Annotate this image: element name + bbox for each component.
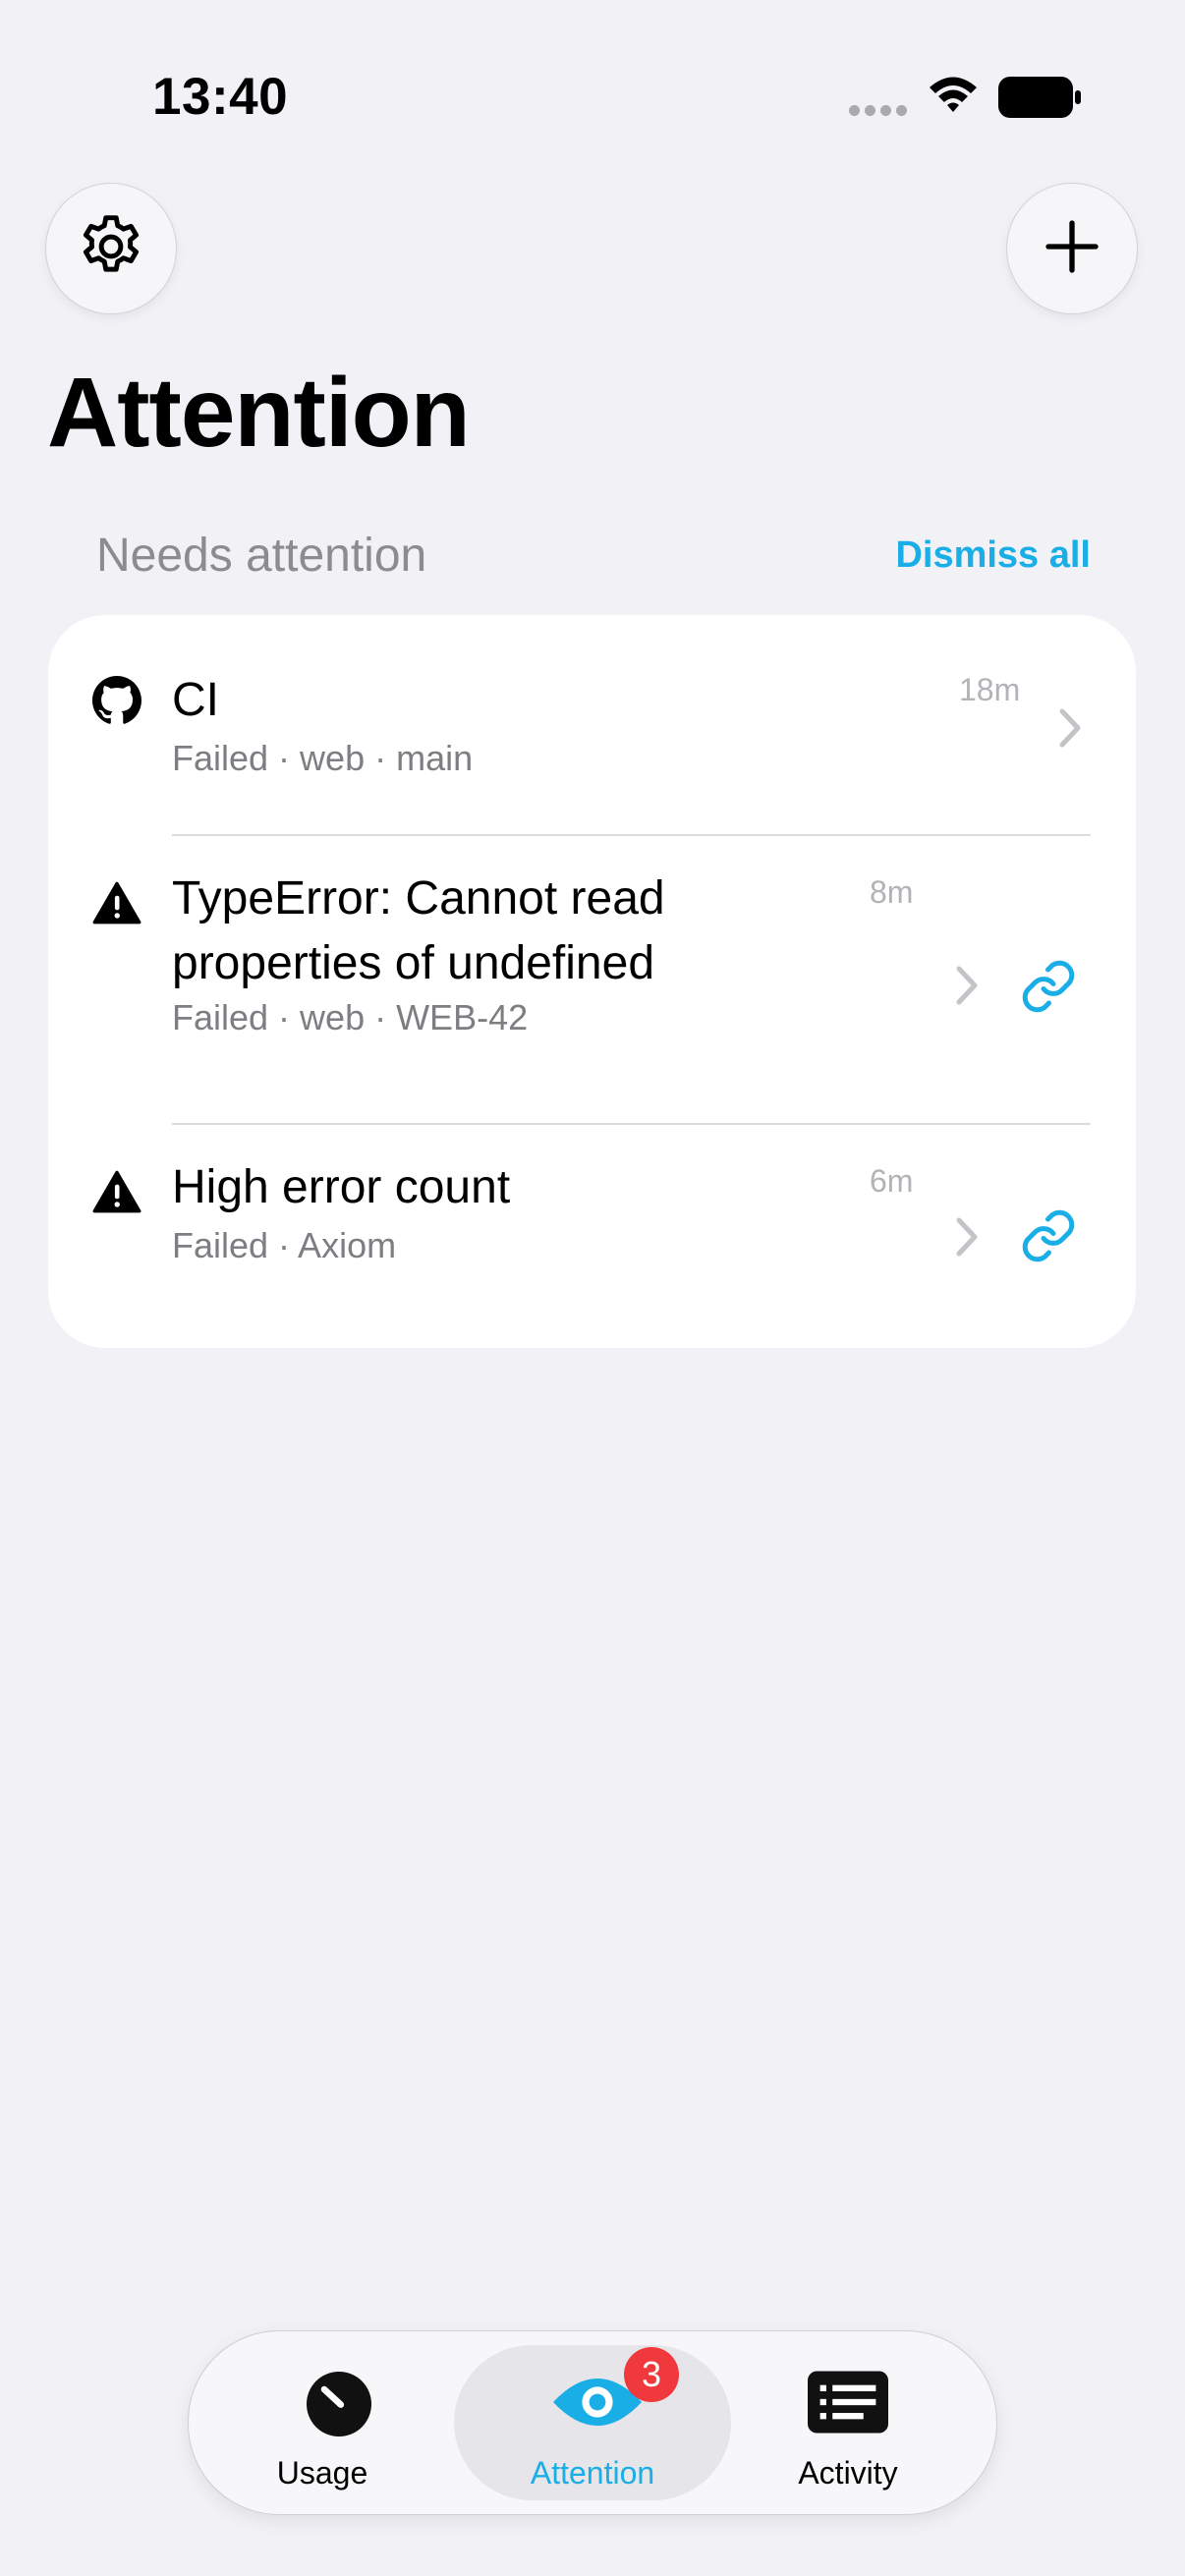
tab-label: Activity	[798, 2455, 898, 2491]
wifi-icon	[928, 75, 979, 119]
item-subtitle: Failed · web · WEB-42	[172, 997, 529, 1037]
chevron-right-icon	[954, 965, 980, 1011]
add-button[interactable]	[1006, 183, 1138, 314]
warning-icon	[92, 880, 141, 930]
chevron-right-icon	[1057, 707, 1083, 754]
attention-badge: 3	[624, 2347, 679, 2402]
attention-item-ci[interactable]: CI Failed · web · main 18m	[48, 615, 1136, 835]
dismiss-all-button[interactable]: Dismiss all	[895, 531, 1091, 580]
divider	[172, 834, 1091, 836]
divider	[172, 1123, 1091, 1125]
item-title-line-1: TypeError: Cannot read	[172, 872, 665, 924]
item-title-line-2: properties of undefined	[172, 937, 655, 989]
item-time: 18m	[959, 672, 1021, 707]
status-time: 13:40	[152, 68, 289, 126]
link-icon[interactable]	[1019, 957, 1078, 1021]
item-time: 8m	[870, 874, 914, 910]
item-title: CI	[172, 674, 219, 726]
section-title: Needs attention	[96, 530, 427, 582]
link-icon[interactable]	[1019, 1206, 1078, 1270]
gear-icon	[75, 210, 147, 288]
attention-list-card: CI Failed · web · main 18m TypeError: Ca…	[48, 615, 1136, 1348]
battery-icon	[998, 77, 1081, 123]
plus-icon	[1041, 215, 1103, 283]
list-icon	[808, 2371, 888, 2438]
item-time: 6m	[870, 1163, 914, 1199]
tab-activity[interactable]: Activity	[714, 2331, 982, 2514]
tab-bar: Usage 3 Attention Activity	[188, 2330, 997, 2515]
github-icon	[92, 676, 141, 730]
item-subtitle: Failed · Axiom	[172, 1225, 397, 1265]
item-title: High error count	[172, 1161, 511, 1213]
page-title: Attention	[47, 358, 471, 468]
attention-item-typeerror[interactable]: TypeError: Cannot read properties of und…	[48, 837, 1136, 1124]
warning-icon	[92, 1169, 141, 1219]
tab-usage[interactable]: Usage	[189, 2331, 456, 2514]
cellular-signal-icon	[849, 103, 912, 121]
settings-button[interactable]	[45, 183, 177, 314]
gauge-icon	[304, 2369, 374, 2444]
attention-item-high-error-count[interactable]: High error count Failed · Axiom 6m	[48, 1126, 1136, 1348]
chevron-right-icon	[954, 1216, 980, 1262]
item-subtitle: Failed · web · main	[172, 738, 474, 778]
